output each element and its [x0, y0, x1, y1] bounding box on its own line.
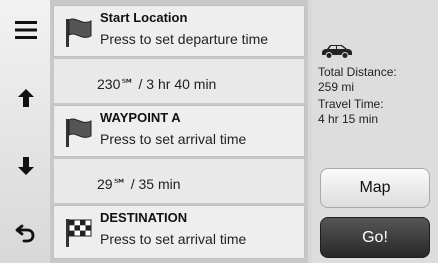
screen: Start Location Press to set departure ti…	[0, 0, 438, 263]
arrow-down-icon	[15, 155, 37, 182]
scroll-up-button[interactable]	[7, 80, 45, 120]
waypoint-flag-icon	[62, 115, 96, 149]
travel-time-value: 4 hr 15 min	[318, 112, 379, 126]
stop-title: Start Location	[100, 10, 188, 25]
stop-title: DESTINATION	[100, 210, 188, 225]
arrow-up-icon	[15, 87, 37, 114]
route-leg-1: 230℠ / 3 hr 40 min	[53, 58, 305, 104]
route-leg-2: 29℠ / 35 min	[53, 158, 305, 204]
back-icon	[14, 220, 38, 249]
route-stop-start[interactable]: Start Location Press to set departure ti…	[53, 5, 305, 57]
go-button[interactable]: Go!	[320, 217, 430, 258]
total-distance-label: Total Distance:	[318, 65, 397, 79]
menu-button[interactable]	[7, 12, 45, 52]
back-button[interactable]	[7, 214, 45, 254]
total-distance-value: 259 mi	[318, 80, 355, 94]
destination-flag-icon	[62, 215, 96, 249]
stop-title: WAYPOINT A	[100, 110, 181, 125]
route-stop-waypoint[interactable]: WAYPOINT A Press to set arrival time	[53, 105, 305, 157]
scroll-down-button[interactable]	[7, 148, 45, 188]
stop-subtitle: Press to set departure time	[100, 31, 269, 47]
route-stop-destination[interactable]: DESTINATION Press to set arrival time	[53, 205, 305, 259]
stop-subtitle: Press to set arrival time	[100, 231, 247, 247]
map-button[interactable]: Map	[320, 168, 430, 208]
route-list: Start Location Press to set departure ti…	[50, 0, 308, 263]
stop-subtitle: Press to set arrival time	[100, 131, 247, 147]
menu-icon	[14, 20, 38, 45]
leg-distance-time: 29℠ / 35 min	[97, 176, 181, 192]
route-summary-panel: Total Distance: 259 mi Travel Time: 4 hr…	[312, 0, 438, 263]
car-icon	[320, 43, 354, 59]
left-toolbar	[0, 0, 51, 263]
leg-distance-time: 230℠ / 3 hr 40 min	[97, 76, 217, 92]
travel-time-label: Travel Time:	[318, 97, 384, 111]
start-flag-icon	[62, 15, 96, 49]
